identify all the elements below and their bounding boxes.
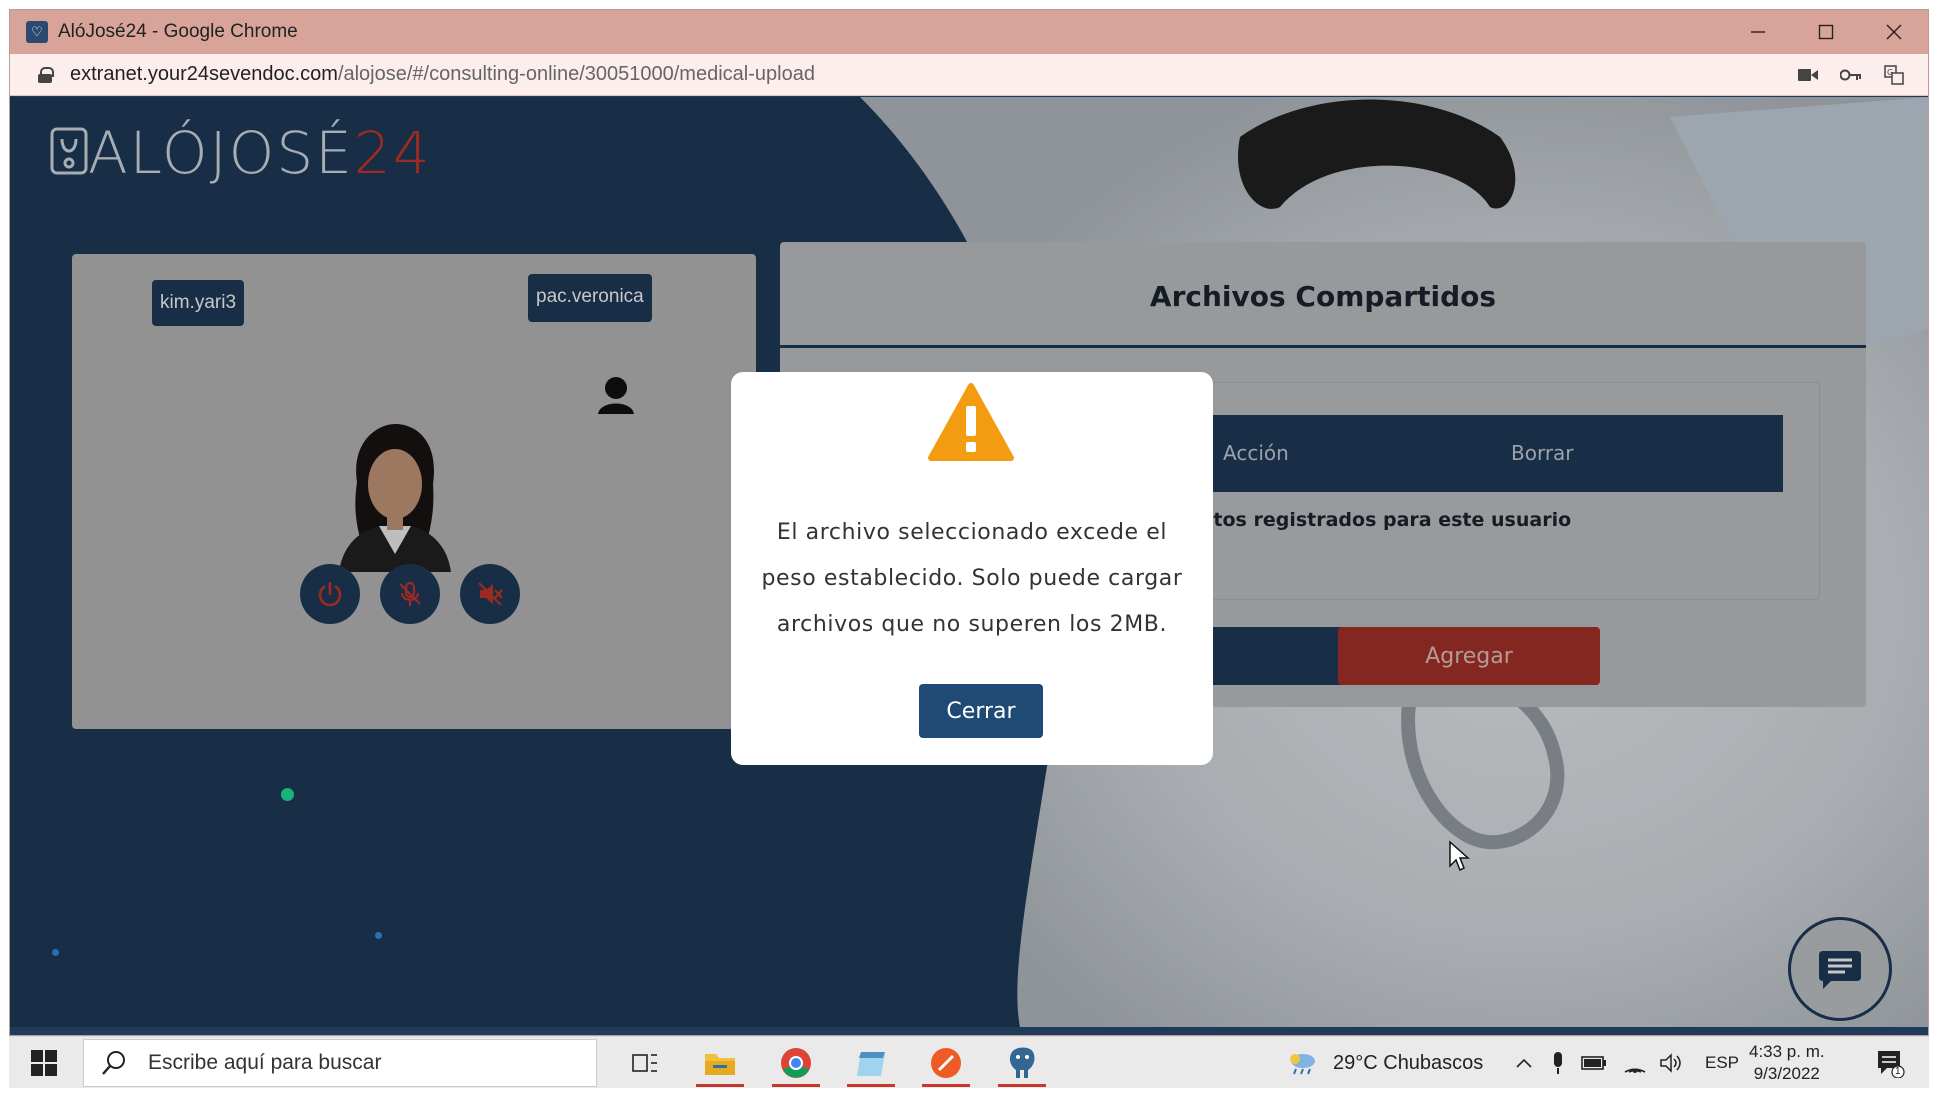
close-window-button[interactable] bbox=[1860, 10, 1928, 54]
close-dialog-button[interactable]: Cerrar bbox=[919, 684, 1043, 738]
notification-count: 1 bbox=[1895, 1066, 1901, 1077]
window-controls bbox=[1724, 10, 1928, 54]
lock-icon[interactable] bbox=[38, 66, 54, 83]
system-tray: ESP bbox=[1515, 1037, 1739, 1089]
svg-text:G: G bbox=[1887, 68, 1893, 77]
active-app-indicator bbox=[772, 1084, 820, 1087]
postman-icon bbox=[931, 1048, 961, 1078]
postgresql-app-button[interactable] bbox=[992, 1037, 1052, 1089]
app-favicon-icon: ♡ bbox=[26, 21, 48, 43]
taskbar-search-input[interactable]: Escribe aquí para buscar bbox=[83, 1039, 597, 1087]
key-icon[interactable] bbox=[1840, 69, 1862, 81]
file-explorer-button[interactable] bbox=[690, 1037, 750, 1089]
warning-icon bbox=[928, 383, 1014, 461]
page-content: ALÓJOSÉ24 kim.yari3 pac.veronica Archivo… bbox=[10, 97, 1928, 1027]
weather-widget[interactable]: 29°C Chubascos bbox=[1287, 1037, 1483, 1089]
active-app-indicator bbox=[998, 1084, 1046, 1087]
notepad-app-button[interactable] bbox=[841, 1037, 901, 1089]
weather-text: 29°C Chubascos bbox=[1333, 1051, 1484, 1074]
address-bar-icons: G bbox=[1798, 54, 1904, 96]
error-message: El archivo seleccionado excede el peso e… bbox=[761, 520, 1183, 637]
url-host: extranet.your24sevendoc.com bbox=[70, 63, 338, 85]
minimize-button[interactable] bbox=[1724, 10, 1792, 54]
notifications-button[interactable]: 1 bbox=[1875, 1037, 1905, 1089]
translate-icon[interactable]: G bbox=[1884, 65, 1904, 85]
postman-app-button[interactable] bbox=[916, 1037, 976, 1089]
error-dialog: El archivo seleccionado excede el peso e… bbox=[731, 372, 1213, 765]
microphone-icon[interactable] bbox=[1551, 1051, 1565, 1075]
rain-cloud-icon bbox=[1290, 1054, 1315, 1075]
url-path: /alojose/#/consulting-online/30051000/me… bbox=[337, 63, 815, 85]
folder-icon bbox=[705, 1054, 735, 1075]
language-indicator[interactable]: ESP bbox=[1705, 1053, 1739, 1073]
chrome-icon bbox=[781, 1048, 811, 1078]
battery-icon[interactable] bbox=[1581, 1054, 1607, 1072]
maximize-button[interactable] bbox=[1792, 10, 1860, 54]
mouse-cursor-icon bbox=[1449, 840, 1470, 872]
title-bar: ♡ AlóJosé24 - Google Chrome bbox=[10, 10, 1928, 54]
active-app-indicator bbox=[922, 1084, 970, 1087]
volume-icon[interactable] bbox=[1659, 1053, 1683, 1073]
task-view-icon bbox=[632, 1054, 657, 1072]
taskbar: Escribe aquí para buscar 29°C Chubascos … bbox=[9, 1036, 1929, 1088]
connection-status-dot bbox=[281, 788, 294, 801]
taskbar-clock[interactable]: 4:33 p. m. 9/3/2022 bbox=[1749, 1041, 1825, 1085]
task-view-button[interactable] bbox=[615, 1037, 675, 1089]
chrome-button[interactable] bbox=[766, 1037, 826, 1089]
chevron-up-icon[interactable] bbox=[1515, 1057, 1533, 1069]
clock-time: 4:33 p. m. bbox=[1749, 1042, 1825, 1061]
window-title: AlóJosé24 - Google Chrome bbox=[58, 21, 298, 42]
notepad-icon bbox=[857, 1052, 885, 1076]
decorative-dot bbox=[375, 932, 382, 939]
active-app-indicator bbox=[696, 1084, 744, 1087]
search-icon bbox=[102, 1051, 125, 1075]
address-bar[interactable]: extranet.your24sevendoc.com/alojose/#/co… bbox=[10, 54, 1928, 96]
browser-window: ♡ AlóJosé24 - Google Chrome extranet.you… bbox=[9, 9, 1929, 1036]
wifi-icon[interactable] bbox=[1623, 1052, 1647, 1074]
active-app-indicator bbox=[847, 1084, 895, 1087]
minimize-icon bbox=[1751, 31, 1765, 33]
windows-start-icon[interactable] bbox=[31, 1050, 57, 1076]
url-text[interactable]: extranet.your24sevendoc.com/alojose/#/co… bbox=[70, 63, 815, 86]
search-placeholder: Escribe aquí para buscar bbox=[148, 1051, 382, 1074]
postgresql-icon bbox=[1009, 1047, 1035, 1078]
clock-date: 9/3/2022 bbox=[1753, 1064, 1820, 1083]
decorative-dot bbox=[52, 949, 59, 956]
camera-icon[interactable] bbox=[1798, 68, 1818, 82]
close-icon bbox=[1886, 24, 1902, 40]
maximize-icon bbox=[1818, 24, 1834, 40]
